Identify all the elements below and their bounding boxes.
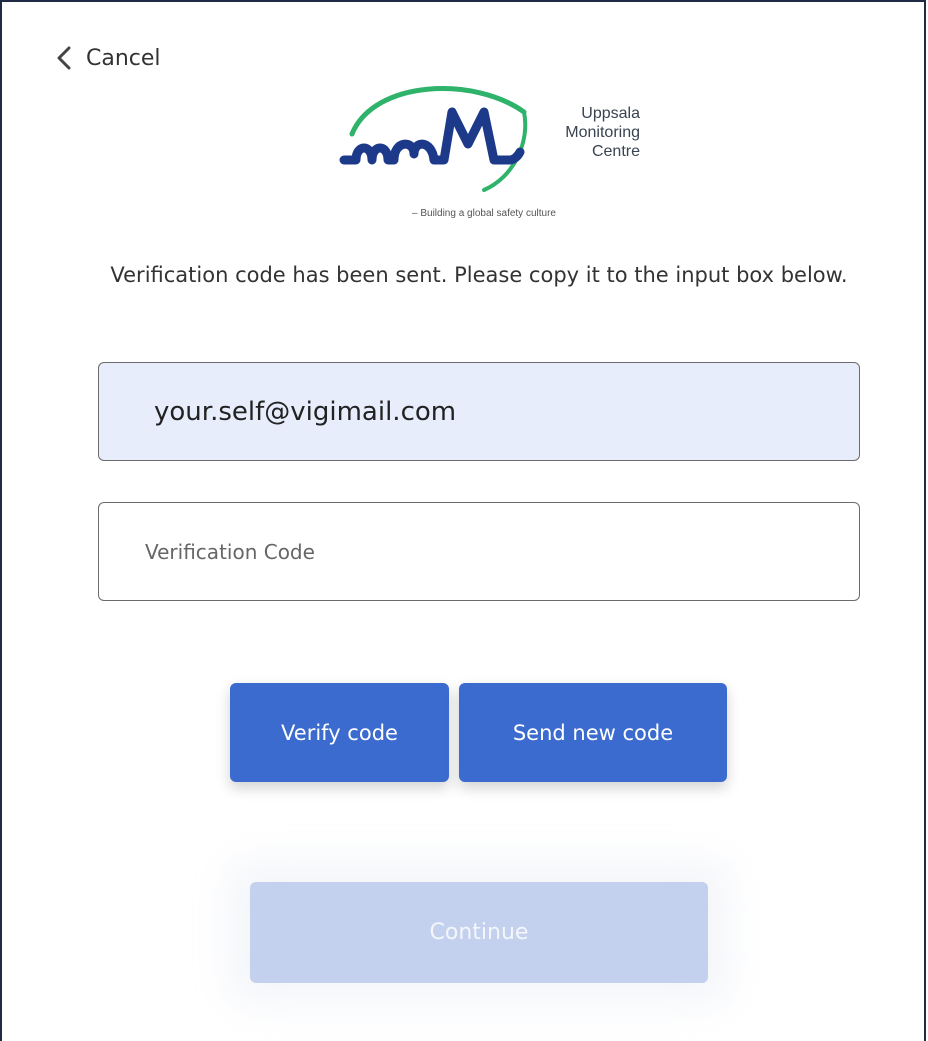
send-new-code-button[interactable]: Send new code [459,683,727,782]
logo-tagline: – Building a global safety culture [412,208,556,219]
email-value: your.self@vigimail.com [154,396,457,427]
verification-code-input[interactable] [145,539,859,564]
verification-dialog: Cancel Uppsala Monitoring Centre – Build… [0,0,926,1041]
logo-name-line3: Centre [591,143,640,160]
email-field[interactable]: your.self@vigimail.com [98,362,860,461]
cancel-label: Cancel [86,45,161,71]
umc-logo: Uppsala Monitoring Centre – Building a g… [334,82,640,227]
verify-code-button[interactable]: Verify code [230,683,449,782]
logo-name-line2: Monitoring [565,124,640,141]
logo-name: Uppsala Monitoring Centre [530,104,640,161]
verification-message: Verification code has been sent. Please … [110,263,848,287]
logo-name-line1: Uppsala [581,105,640,122]
chevron-left-icon [56,46,72,70]
continue-button[interactable]: Continue [250,882,708,983]
cancel-link[interactable]: Cancel [56,42,161,74]
verification-code-field[interactable] [98,502,860,601]
